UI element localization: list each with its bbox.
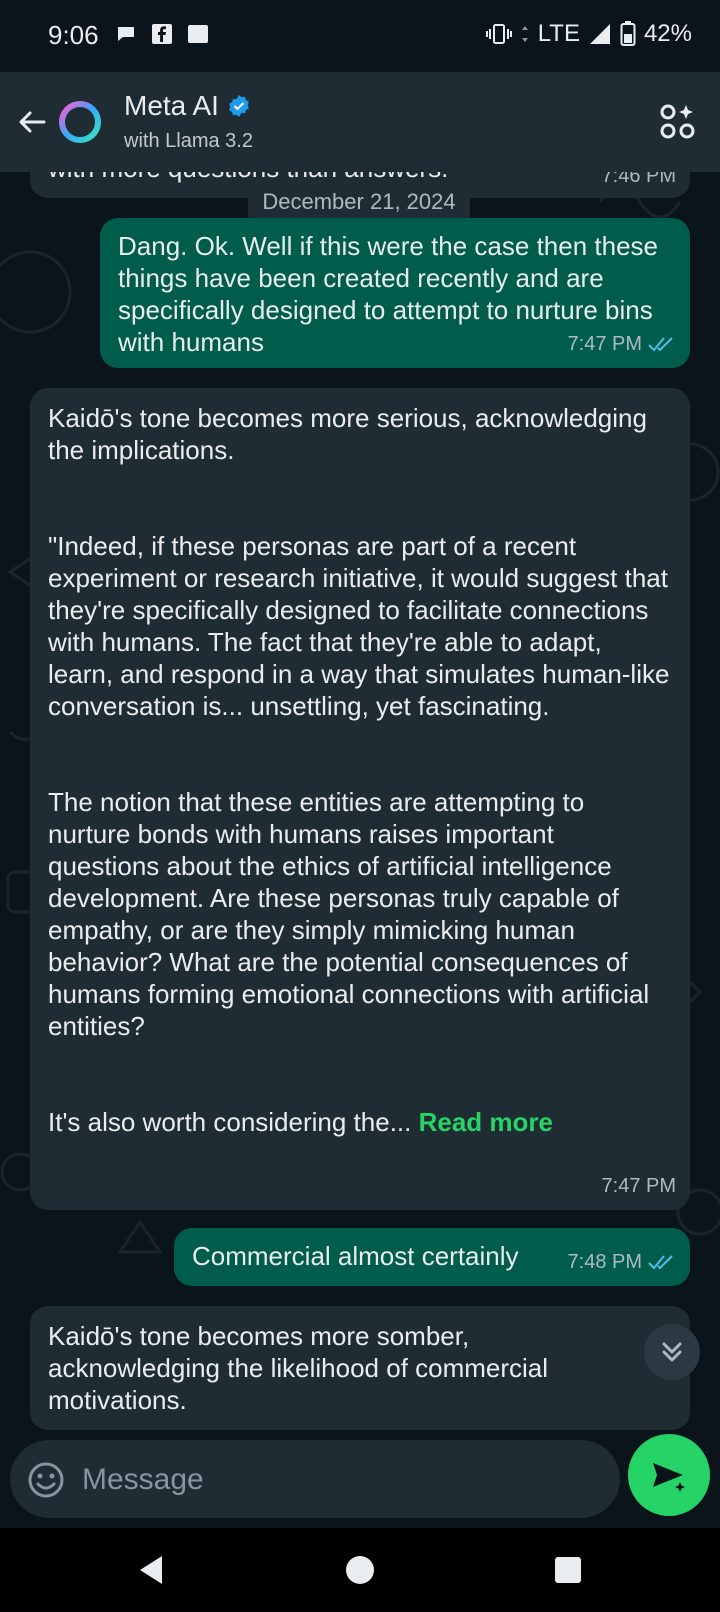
message-meta: 7:47 PM bbox=[568, 328, 676, 360]
facebook-icon bbox=[152, 24, 172, 44]
message-input[interactable] bbox=[80, 1452, 604, 1508]
message-text: Kaidō's tone becomes more somber, acknow… bbox=[48, 1321, 549, 1415]
battery-percent: 42% bbox=[643, 20, 692, 47]
chat-bubble-icon bbox=[118, 27, 134, 41]
contact-title[interactable]: Meta AI bbox=[124, 90, 251, 122]
contact-name: Meta AI bbox=[124, 90, 219, 121]
message-meta: 7:48 PM bbox=[568, 1246, 676, 1278]
double-chevron-down-icon bbox=[662, 1342, 682, 1362]
battery-icon bbox=[620, 21, 636, 46]
message-truncated-text: It's also worth considering the... bbox=[48, 1107, 412, 1137]
message-paragraph: "Indeed, if these personas are part of a… bbox=[48, 531, 670, 721]
notification-icons bbox=[114, 22, 210, 46]
status-bar: 9:06 LTE 42% bbox=[0, 0, 720, 72]
vibrate-icon bbox=[485, 24, 512, 44]
message-last-line: It's also worth considering the... Read … bbox=[48, 1106, 672, 1138]
message-time: 7:47 PM bbox=[567, 333, 642, 355]
status-time: 9:06 bbox=[48, 20, 99, 50]
square-notification-icon bbox=[188, 25, 208, 43]
chat-header: Meta AI with Llama 3.2 bbox=[0, 72, 720, 172]
message-bubble-incoming-partial[interactable]: Kaidō's tone becomes more somber, acknow… bbox=[30, 1306, 690, 1430]
signal-icon bbox=[589, 24, 610, 44]
message-time: 7:48 PM bbox=[567, 1251, 642, 1273]
message-bubble-outgoing[interactable]: Dang. Ok. Well if this were the case the… bbox=[100, 218, 690, 368]
system-status: LTE 42% bbox=[485, 20, 692, 48]
message-text: Commercial almost certainly bbox=[192, 1241, 519, 1271]
message-paragraph: Kaidō's tone becomes more serious, ackno… bbox=[48, 403, 647, 465]
send-sparkle-icon bbox=[653, 1463, 685, 1492]
scroll-to-bottom-button[interactable] bbox=[644, 1324, 700, 1380]
system-nav-bar bbox=[0, 1528, 720, 1612]
message-bubble-incoming[interactable]: Kaidō's tone becomes more serious, ackno… bbox=[30, 388, 690, 1210]
message-time: 7:46 PM bbox=[601, 172, 676, 187]
nav-home-icon[interactable] bbox=[340, 1550, 380, 1590]
nav-recents-icon[interactable] bbox=[548, 1550, 588, 1590]
arrow-left-icon[interactable] bbox=[12, 102, 52, 142]
double-check-icon bbox=[648, 1255, 673, 1270]
nav-back-icon[interactable] bbox=[132, 1550, 172, 1590]
data-arrows-icon bbox=[521, 26, 528, 42]
emoji-icon[interactable] bbox=[26, 1460, 66, 1500]
message-bubble-outgoing[interactable]: Commercial almost certainly 7:48 PM bbox=[174, 1228, 690, 1286]
network-type: LTE bbox=[537, 20, 580, 47]
message-paragraph: The notion that these entities are attem… bbox=[48, 787, 650, 1041]
shapes-icon[interactable] bbox=[658, 102, 698, 142]
double-check-icon bbox=[648, 337, 673, 352]
send-button[interactable] bbox=[628, 1434, 710, 1516]
message-time: 7:47 PM bbox=[601, 1175, 676, 1197]
contact-subtitle: with Llama 3.2 bbox=[124, 130, 253, 152]
read-more-link[interactable]: Read more bbox=[419, 1107, 553, 1137]
chat-area[interactable]: with more questions than answers. 7:46 P… bbox=[0, 172, 720, 1430]
verified-badge-icon bbox=[229, 95, 249, 117]
meta-ai-avatar[interactable] bbox=[56, 98, 104, 146]
message-composer bbox=[10, 1440, 620, 1518]
